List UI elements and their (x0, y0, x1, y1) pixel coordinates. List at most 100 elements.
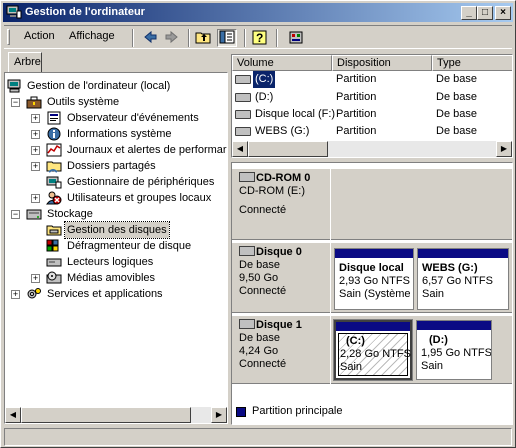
volume-type: De base (436, 73, 477, 85)
system-info-icon (46, 127, 62, 141)
tree-label: Informations système (67, 128, 172, 140)
partition-name: Disque local (339, 262, 404, 274)
scroll-left-icon[interactable]: ◀ (232, 141, 248, 157)
partition-bar (417, 321, 491, 330)
console-tree: Gestion de l'ordinateur (local) − Outils… (4, 72, 228, 424)
users-groups-icon (46, 191, 62, 205)
disk-name: Disque 1 (256, 319, 302, 331)
up-folder-icon[interactable] (194, 29, 214, 47)
list-horizontal-scrollbar[interactable]: ◀ ▶ (232, 141, 512, 157)
volume-row[interactable]: (C:) Partition De base (232, 71, 512, 88)
toolbar-separator (188, 29, 190, 47)
partition-bar (335, 249, 413, 258)
disk-name: Disque 0 (256, 246, 302, 258)
expand-icon[interactable]: + (11, 290, 20, 299)
volume-name: (C:) (253, 71, 276, 88)
title-bar[interactable]: Gestion de l'ordinateur _ □ × (3, 3, 513, 22)
volume-row[interactable]: Disque local (F:) Partition De base (232, 106, 512, 123)
hard-disk-icon (239, 246, 255, 256)
scroll-thumb[interactable] (248, 141, 328, 157)
back-arrow-icon[interactable] (140, 29, 160, 47)
volume-layout: Partition (336, 125, 377, 137)
status-bar (4, 428, 512, 446)
forward-arrow-icon[interactable] (162, 29, 182, 47)
tree-label: Services et applications (47, 288, 163, 300)
partition-status: Sain (340, 361, 363, 373)
partition-status: Sain (422, 288, 445, 300)
tree-label: Lecteurs logiques (67, 256, 154, 268)
tree-label: Gestion des disques (64, 221, 170, 239)
drive-icon (235, 93, 251, 102)
expand-icon[interactable]: + (31, 194, 40, 203)
partition-disk0-local[interactable]: Disque local 2,93 Go NTFS Sain (Système (334, 248, 414, 310)
cdrom-icon (239, 172, 255, 182)
disk-name: CD-ROM 0 (256, 172, 311, 184)
show-hide-tree-icon[interactable] (217, 29, 237, 47)
tree-label: Utilisateurs et groupes locaux (67, 192, 212, 204)
disk-management-icon (46, 223, 62, 237)
menu-view[interactable]: Affichage (69, 30, 115, 42)
volume-row[interactable]: WEBS (G:) Partition De base (232, 123, 512, 140)
expand-icon[interactable]: + (31, 146, 40, 155)
tree-horizontal-scrollbar[interactable]: ◀ ▶ (5, 407, 227, 423)
legend: Partition principale (231, 403, 513, 423)
services-icon (26, 287, 42, 301)
toolbar-grip[interactable] (7, 29, 10, 45)
tree-label: Journaux et alertes de performar (67, 144, 227, 156)
column-header-layout[interactable]: Disposition (332, 55, 432, 71)
defragmenter-icon (46, 239, 62, 253)
partition-name: (D:) (429, 334, 448, 346)
shared-folder-icon (46, 159, 62, 173)
scroll-right-icon[interactable]: ▶ (496, 141, 512, 157)
volume-name: WEBS (G:) (255, 125, 310, 137)
collapse-icon[interactable]: − (11, 210, 20, 219)
close-button[interactable]: × (495, 6, 511, 20)
collapse-icon[interactable]: − (11, 98, 20, 107)
drive-icon (235, 127, 251, 136)
scroll-left-icon[interactable]: ◀ (5, 407, 21, 423)
disk-info-cdrom[interactable]: CD-ROM 0 CD-ROM (E:) Connecté (232, 169, 330, 240)
partition-body: (C:) 2,28 Go NTFS Sain (340, 335, 412, 374)
logical-drives-icon (46, 255, 62, 269)
minimize-button[interactable]: _ (461, 6, 477, 20)
partition-disk0-webs[interactable]: WEBS (G:) 6,57 Go NTFS Sain (417, 248, 509, 310)
performance-logs-icon (46, 143, 62, 157)
partition-disk1-c[interactable]: (C:) 2,28 Go NTFS Sain (333, 319, 413, 381)
properties-icon[interactable] (286, 29, 306, 47)
partition-status: Sain (Système (339, 288, 411, 300)
partition-size: 1,95 Go NTFS (421, 347, 491, 359)
toolbar-separator (132, 29, 134, 47)
tree-label: Stockage (47, 208, 93, 220)
menu-toolbar-bar: Action Affichage ? (4, 25, 512, 49)
expand-icon[interactable]: + (31, 114, 40, 123)
disk-graphical-view: CD-ROM 0 CD-ROM (E:) Connecté Disque 0 D… (231, 162, 513, 425)
disk-info-disk1[interactable]: Disque 1 De base 4,24 Go Connecté (232, 316, 330, 384)
tab-strip: Arbre (4, 50, 230, 72)
tree-label: Dossiers partagés (67, 160, 156, 172)
volume-row[interactable]: (D:) Partition De base (232, 89, 512, 106)
disk-status: Connecté (239, 358, 287, 370)
scroll-thumb[interactable] (21, 407, 191, 423)
disk-status: Connecté (239, 285, 287, 297)
disk-type: De base (239, 332, 280, 344)
partition-disk1-d[interactable]: (D:) 1,95 Go NTFS Sain (416, 320, 492, 380)
expand-icon[interactable]: + (31, 162, 40, 171)
computer-management-window: Gestion de l'ordinateur _ □ × Action Aff… (0, 0, 516, 448)
expand-icon[interactable]: + (31, 274, 40, 283)
volume-list: Volume Disposition Type (C:) Partition D… (231, 54, 513, 158)
cdrom-area (331, 169, 512, 240)
disk-drive: CD-ROM (E:) (239, 185, 305, 197)
scroll-right-icon[interactable]: ▶ (211, 407, 227, 423)
menu-action[interactable]: Action (24, 30, 55, 42)
help-icon[interactable]: ? (250, 29, 270, 47)
disk-info-disk0[interactable]: Disque 0 De base 9,50 Go Connecté (232, 243, 330, 313)
maximize-button[interactable]: □ (477, 6, 493, 20)
partition-body: (D:) 1,95 Go NTFS Sain (421, 334, 491, 373)
column-header-type[interactable]: Type (432, 55, 512, 71)
column-header-volume[interactable]: Volume (232, 55, 332, 71)
removable-media-icon (46, 271, 62, 285)
expand-icon[interactable]: + (31, 130, 40, 139)
volume-layout: Partition (336, 73, 377, 85)
legend-primary-swatch (236, 407, 246, 417)
tab-tree[interactable]: Arbre (8, 52, 42, 72)
